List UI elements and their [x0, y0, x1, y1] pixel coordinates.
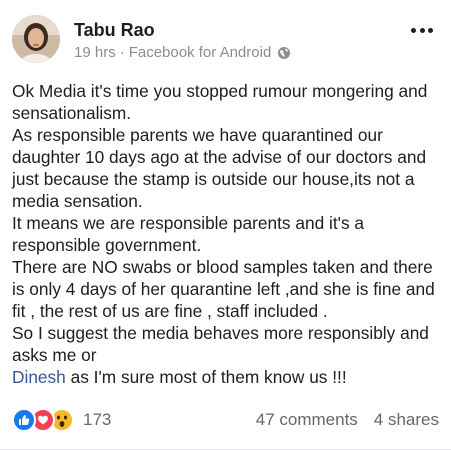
post-text-line: media sensation.: [12, 191, 143, 211]
post-text-line: sensationalism.: [12, 103, 132, 123]
post-text-trailing: as I'm sure most of them know us !!!: [65, 367, 347, 387]
reaction-count: 173: [83, 410, 112, 429]
avatar-image: [12, 15, 60, 63]
mention-link[interactable]: Dinesh: [12, 367, 66, 387]
meta-separator: ·: [119, 44, 125, 61]
facebook-post: Tabu Rao 19 hrs · Facebook for Android O…: [0, 0, 451, 450]
post-text-line: responsible government.: [12, 235, 202, 255]
like-icon: [12, 408, 36, 432]
author-avatar[interactable]: [12, 15, 60, 63]
more-options-icon[interactable]: [411, 24, 433, 36]
post-text-line: As responsible parents we have quarantin…: [12, 125, 383, 145]
reactions-summary[interactable]: 173: [12, 408, 111, 432]
post-footer: 173 47 comments 4 shares: [12, 408, 439, 432]
post-text-line: So I suggest the media behaves more resp…: [12, 323, 429, 343]
post-text-line: asks me or: [12, 345, 97, 365]
post-text-line: There are NO swabs or blood samples take…: [12, 257, 433, 277]
shares-count[interactable]: 4 shares: [374, 410, 439, 430]
comments-count[interactable]: 47 comments: [256, 410, 358, 430]
post-meta: 19 hrs · Facebook for Android: [74, 44, 291, 62]
post-source: Facebook for Android: [128, 44, 272, 61]
post-text-line: Ok Media it's time you stopped rumour mo…: [12, 81, 428, 101]
post-text-line: just because the stamp is outside our ho…: [12, 169, 415, 189]
post-text-line: daughter 10 days ago at the advise of ou…: [12, 147, 427, 167]
post-text-line: It means we are responsible parents and …: [12, 213, 364, 233]
post-time[interactable]: 19 hrs: [74, 44, 116, 62]
post-text: Ok Media it's time you stopped rumour mo…: [12, 80, 442, 388]
post-text-line: is only 4 days of her quarantine left ,a…: [12, 279, 435, 299]
globe-icon[interactable]: [277, 46, 291, 60]
author-name[interactable]: Tabu Rao: [74, 19, 155, 41]
post-text-line: fit , the rest of us are fine , staff in…: [12, 301, 328, 321]
engagement-counts: 47 comments 4 shares: [256, 410, 439, 430]
post-text-line-mention: Dinesh as I'm sure most of them know us …: [12, 366, 442, 388]
